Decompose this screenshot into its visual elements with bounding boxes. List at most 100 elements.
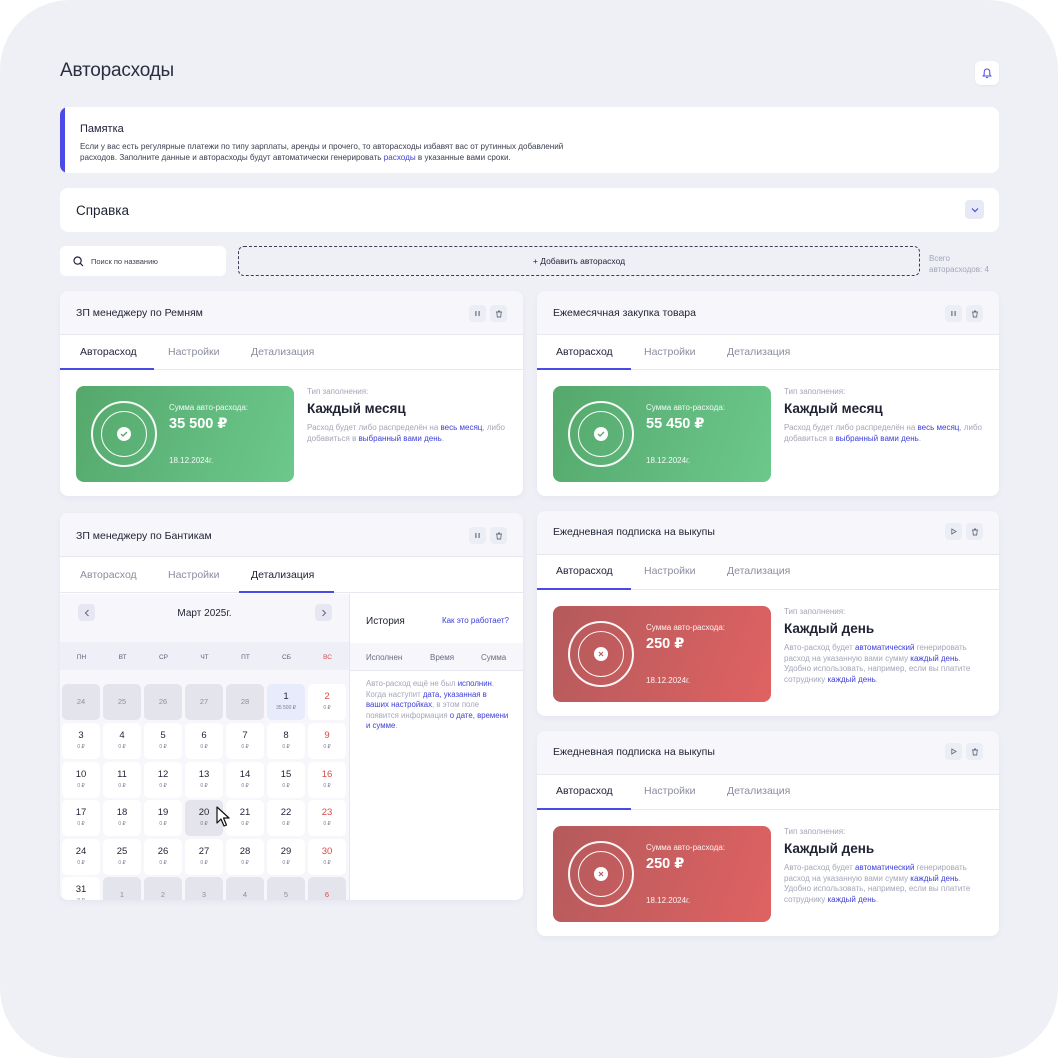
whole-month-link[interactable]: весь месяц	[441, 423, 483, 432]
tab-auto-expense[interactable]: Авторасход	[556, 565, 613, 577]
calendar-day[interactable]: 17 0 ₽	[62, 800, 100, 836]
calendar-day[interactable]: 9 0 ₽	[308, 723, 346, 759]
trash-icon	[495, 532, 502, 539]
every-day-link[interactable]: каждый день	[828, 675, 876, 684]
play-button[interactable]	[945, 523, 962, 540]
tab-auto-expense[interactable]: Авторасход	[556, 785, 613, 797]
calendar-day[interactable]: 12 0 ₽	[144, 762, 182, 798]
desc-part: .	[875, 674, 879, 684]
tab-settings[interactable]: Настройки	[644, 785, 696, 797]
every-day-link[interactable]: каждый день	[910, 654, 958, 663]
tab-auto-expense[interactable]: Авторасход	[80, 569, 137, 581]
delete-button[interactable]	[490, 527, 507, 544]
next-month-button[interactable]	[315, 604, 332, 621]
play-button[interactable]	[945, 743, 962, 760]
how-it-works-link[interactable]: Как это работает?	[442, 616, 509, 625]
calendar-day[interactable]: 18 0 ₽	[103, 800, 141, 836]
automatic-link[interactable]: автоматический	[855, 863, 915, 872]
calendar-day[interactable]: 27	[185, 684, 223, 720]
pause-button[interactable]	[469, 527, 486, 544]
calendar-day[interactable]: 15 0 ₽	[267, 762, 305, 798]
tab-details[interactable]: Детализация	[251, 569, 314, 581]
calendar-day[interactable]: 8 0 ₽	[267, 723, 305, 759]
calendar-day[interactable]: 2	[144, 877, 182, 900]
calendar-day[interactable]: 27 0 ₽	[185, 839, 223, 875]
automatic-link[interactable]: автоматический	[855, 643, 915, 652]
chosen-day-link[interactable]: выбранный вами день	[359, 434, 442, 443]
tab-details[interactable]: Детализация	[251, 346, 314, 358]
calendar-day[interactable]: 30 0 ₽	[308, 839, 346, 875]
calendar-day[interactable]: 29 0 ₽	[267, 839, 305, 875]
day-number: 25	[117, 697, 127, 706]
add-auto-expense-button[interactable]: + Добавить авторасход	[238, 246, 920, 276]
tab-details[interactable]: Детализация	[727, 785, 790, 797]
whole-month-link[interactable]: весь месяц	[918, 423, 960, 432]
fill-type-description: Расход будет либо распределён на весь ме…	[784, 423, 984, 444]
auto-expense-card: Ежедневная подписка на выкупы Авторасход…	[537, 511, 999, 716]
day-amount: 0 ₽	[323, 705, 331, 711]
calendar-day[interactable]: 1	[103, 877, 141, 900]
calendar-day[interactable]: 6 0 ₽	[185, 723, 223, 759]
tab-settings[interactable]: Настройки	[644, 346, 696, 358]
calendar-day[interactable]: 25	[103, 684, 141, 720]
calendar-day[interactable]: 3	[185, 877, 223, 900]
chosen-day-link[interactable]: выбранный вами день	[836, 434, 919, 443]
help-section[interactable]: Справка	[60, 188, 999, 232]
desc-part: Авто-расход будет	[784, 863, 855, 872]
calendar-day[interactable]: 28	[226, 684, 264, 720]
calendar-day[interactable]: 22 0 ₽	[267, 800, 305, 836]
pause-button[interactable]	[469, 305, 486, 322]
calendar-day[interactable]: 28 0 ₽	[226, 839, 264, 875]
tab-settings[interactable]: Настройки	[168, 346, 220, 358]
notifications-button[interactable]	[975, 61, 999, 85]
every-day-link[interactable]: каждый день	[910, 874, 958, 883]
search-box[interactable]	[60, 246, 226, 276]
calendar-day[interactable]: 13 0 ₽	[185, 762, 223, 798]
tab-settings[interactable]: Настройки	[644, 565, 696, 577]
delete-button[interactable]	[966, 305, 983, 322]
app-frame: Авторасходы Памятка Если у вас есть регу…	[0, 0, 1058, 1058]
delete-button[interactable]	[490, 305, 507, 322]
pause-button[interactable]	[945, 305, 962, 322]
calendar-day[interactable]: 4	[226, 877, 264, 900]
amount-value: 35 500 ₽	[169, 416, 228, 432]
calendar-day[interactable]: 2 0 ₽	[308, 684, 346, 720]
tab-details[interactable]: Детализация	[727, 346, 790, 358]
calendar-day[interactable]: 24 0 ₽	[62, 839, 100, 875]
calendar-day[interactable]: 19 0 ₽	[144, 800, 182, 836]
auto-expense-card: Ежедневная подписка на выкупы Авторасход…	[537, 731, 999, 936]
calendar-day[interactable]: 7 0 ₽	[226, 723, 264, 759]
search-input[interactable]	[91, 256, 211, 266]
calendar-day[interactable]: 25 0 ₽	[103, 839, 141, 875]
tab-settings[interactable]: Настройки	[168, 569, 220, 581]
memo-expenses-link[interactable]: расходы	[384, 153, 416, 162]
calendar-day[interactable]: 16 0 ₽	[308, 762, 346, 798]
calendar-day[interactable]: 26 0 ₽	[144, 839, 182, 875]
tab-auto-expense[interactable]: Авторасход	[556, 346, 613, 358]
executed-link[interactable]: исполнин	[458, 679, 492, 688]
calendar-day[interactable]: 3 0 ₽	[62, 723, 100, 759]
weekday-label: ПН	[76, 654, 87, 661]
calendar-day[interactable]: 26	[144, 684, 182, 720]
calendar-day[interactable]: 10 0 ₽	[62, 762, 100, 798]
calendar-day[interactable]: 4 0 ₽	[103, 723, 141, 759]
calendar-day[interactable]: 1 35 500 ₽	[267, 684, 305, 720]
amount-tile: Сумма авто-расхода: 250 ₽ 18.12.2024г.	[553, 826, 771, 922]
day-number: 11	[117, 769, 127, 780]
tab-auto-expense[interactable]: Авторасход	[80, 346, 137, 358]
calendar-day[interactable]: 11 0 ₽	[103, 762, 141, 798]
help-expand-button[interactable]	[965, 200, 984, 219]
delete-button[interactable]	[966, 523, 983, 540]
delete-button[interactable]	[966, 743, 983, 760]
calendar-day[interactable]: 24	[62, 684, 100, 720]
calendar-day[interactable]: 6	[308, 877, 346, 900]
calendar-day[interactable]: 23 0 ₽	[308, 800, 346, 836]
calendar-day[interactable]: 14 0 ₽	[226, 762, 264, 798]
calendar-day[interactable]: 5 0 ₽	[144, 723, 182, 759]
every-day-link[interactable]: каждый день	[828, 895, 876, 904]
calendar-day[interactable]: 31 0 ₽	[62, 877, 100, 900]
tab-details[interactable]: Детализация	[727, 565, 790, 577]
calendar-day[interactable]: 5	[267, 877, 305, 900]
day-amount: 0 ₽	[118, 821, 126, 827]
amount-value: 250 ₽	[646, 636, 685, 652]
